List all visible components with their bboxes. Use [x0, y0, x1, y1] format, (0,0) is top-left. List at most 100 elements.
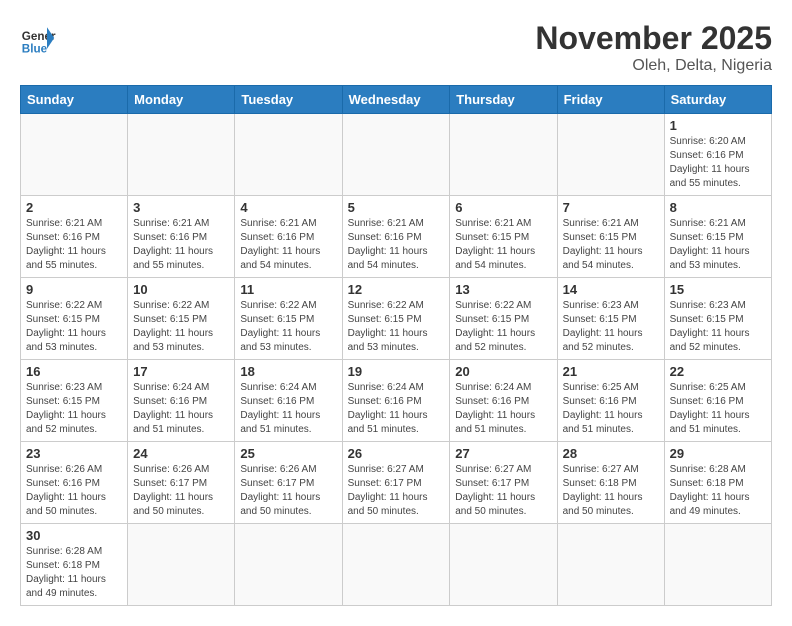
calendar-cell: 20 Sunrise: 6:24 AM Sunset: 6:16 PM Dayli…	[450, 360, 557, 442]
svg-text:Blue: Blue	[22, 42, 48, 55]
cell-info: Sunrise: 6:23 AM Sunset: 6:15 PM Dayligh…	[26, 381, 122, 437]
cell-info: Sunrise: 6:23 AM Sunset: 6:15 PM Dayligh…	[563, 299, 659, 355]
calendar-cell: 12Sunrise: 6:22 AM Sunset: 6:15 PM Dayli…	[342, 278, 450, 360]
calendar-cell: 29 Sunrise: 6:28 AM Sunset: 6:18 PM Dayli…	[664, 442, 771, 524]
calendar-cell	[235, 524, 342, 606]
calendar-week-row: 1Sunrise: 6:20 AM Sunset: 6:16 PM Daylig…	[21, 114, 772, 196]
weekday-header-monday: Monday	[128, 86, 235, 114]
calendar-cell: 11 Sunrise: 6:22 AM Sunset: 6:15 PM Dayli…	[235, 278, 342, 360]
cell-info: Sunrise: 6:21 AM Sunset: 6:16 PM Dayligh…	[133, 217, 229, 273]
cell-info: Sunrise: 6:21 AM Sunset: 6:16 PM Dayligh…	[348, 217, 445, 273]
cell-info: Sunrise: 6:21 AM Sunset: 6:16 PM Dayligh…	[240, 217, 336, 273]
calendar-cell: 10Sunrise: 6:22 AM Sunset: 6:15 PM Dayli…	[128, 278, 235, 360]
calendar-cell	[450, 114, 557, 196]
day-number: 26	[348, 446, 445, 461]
day-number: 22	[670, 364, 766, 379]
day-number: 30	[26, 528, 122, 543]
calendar-week-row: 30 Sunrise: 6:28 AM Sunset: 6:18 PM Dayli…	[21, 524, 772, 606]
calendar-cell	[128, 114, 235, 196]
day-number: 6	[455, 200, 551, 215]
calendar-cell: 14 Sunrise: 6:23 AM Sunset: 6:15 PM Dayli…	[557, 278, 664, 360]
cell-info: Sunrise: 6:21 AM Sunset: 6:15 PM Dayligh…	[455, 217, 551, 273]
calendar-cell: 8 Sunrise: 6:21 AM Sunset: 6:15 PM Daylig…	[664, 196, 771, 278]
calendar-cell: 17 Sunrise: 6:24 AM Sunset: 6:16 PM Dayli…	[128, 360, 235, 442]
location: Oleh, Delta, Nigeria	[535, 57, 772, 75]
cell-info: Sunrise: 6:26 AM Sunset: 6:17 PM Dayligh…	[133, 463, 229, 519]
day-number: 27	[455, 446, 551, 461]
day-number: 19	[348, 364, 445, 379]
weekday-header-sunday: Sunday	[21, 86, 128, 114]
cell-info: Sunrise: 6:21 AM Sunset: 6:15 PM Dayligh…	[563, 217, 659, 273]
calendar-cell	[235, 114, 342, 196]
calendar-cell: 7 Sunrise: 6:21 AM Sunset: 6:15 PM Daylig…	[557, 196, 664, 278]
day-number: 8	[670, 200, 766, 215]
day-number: 3	[133, 200, 229, 215]
calendar-cell: 2 Sunrise: 6:21 AM Sunset: 6:16 PM Daylig…	[21, 196, 128, 278]
calendar-week-row: 23 Sunrise: 6:26 AM Sunset: 6:16 PM Dayli…	[21, 442, 772, 524]
calendar-week-row: 2 Sunrise: 6:21 AM Sunset: 6:16 PM Daylig…	[21, 196, 772, 278]
cell-info: Sunrise: 6:24 AM Sunset: 6:16 PM Dayligh…	[240, 381, 336, 437]
day-number: 24	[133, 446, 229, 461]
cell-info: Sunrise: 6:24 AM Sunset: 6:16 PM Dayligh…	[133, 381, 229, 437]
calendar-cell	[450, 524, 557, 606]
cell-info: Sunrise: 6:21 AM Sunset: 6:16 PM Dayligh…	[26, 217, 122, 273]
day-number: 2	[26, 200, 122, 215]
calendar-cell: 28Sunrise: 6:27 AM Sunset: 6:18 PM Dayli…	[557, 442, 664, 524]
day-number: 29	[670, 446, 766, 461]
day-number: 18	[240, 364, 336, 379]
calendar-cell	[557, 524, 664, 606]
day-number: 4	[240, 200, 336, 215]
calendar-table: SundayMondayTuesdayWednesdayThursdayFrid…	[20, 85, 772, 606]
cell-info: Sunrise: 6:22 AM Sunset: 6:15 PM Dayligh…	[455, 299, 551, 355]
day-number: 7	[563, 200, 659, 215]
day-number: 10	[133, 282, 229, 297]
day-number: 23	[26, 446, 122, 461]
cell-info: Sunrise: 6:23 AM Sunset: 6:15 PM Dayligh…	[670, 299, 766, 355]
day-number: 17	[133, 364, 229, 379]
cell-info: Sunrise: 6:26 AM Sunset: 6:16 PM Dayligh…	[26, 463, 122, 519]
cell-info: Sunrise: 6:28 AM Sunset: 6:18 PM Dayligh…	[670, 463, 766, 519]
calendar-cell: 3 Sunrise: 6:21 AM Sunset: 6:16 PM Daylig…	[128, 196, 235, 278]
day-number: 14	[563, 282, 659, 297]
calendar-cell	[21, 114, 128, 196]
calendar-cell: 13Sunrise: 6:22 AM Sunset: 6:15 PM Dayli…	[450, 278, 557, 360]
cell-info: Sunrise: 6:27 AM Sunset: 6:17 PM Dayligh…	[455, 463, 551, 519]
calendar-cell: 5 Sunrise: 6:21 AM Sunset: 6:16 PM Daylig…	[342, 196, 450, 278]
logo: General Blue	[20, 20, 56, 56]
calendar-cell: 23 Sunrise: 6:26 AM Sunset: 6:16 PM Dayli…	[21, 442, 128, 524]
calendar-cell	[557, 114, 664, 196]
calendar-cell: 30 Sunrise: 6:28 AM Sunset: 6:18 PM Dayli…	[21, 524, 128, 606]
weekday-header-thursday: Thursday	[450, 86, 557, 114]
day-number: 9	[26, 282, 122, 297]
day-number: 5	[348, 200, 445, 215]
day-number: 12	[348, 282, 445, 297]
cell-info: Sunrise: 6:26 AM Sunset: 6:17 PM Dayligh…	[240, 463, 336, 519]
calendar-cell: 9Sunrise: 6:22 AM Sunset: 6:15 PM Daylig…	[21, 278, 128, 360]
weekday-header-saturday: Saturday	[664, 86, 771, 114]
weekday-header-friday: Friday	[557, 86, 664, 114]
cell-info: Sunrise: 6:28 AM Sunset: 6:18 PM Dayligh…	[26, 545, 122, 601]
day-number: 20	[455, 364, 551, 379]
calendar-cell: 24 Sunrise: 6:26 AM Sunset: 6:17 PM Dayli…	[128, 442, 235, 524]
calendar-week-row: 16 Sunrise: 6:23 AM Sunset: 6:15 PM Dayli…	[21, 360, 772, 442]
calendar-cell: 1Sunrise: 6:20 AM Sunset: 6:16 PM Daylig…	[664, 114, 771, 196]
calendar-cell	[664, 524, 771, 606]
calendar-cell: 22 Sunrise: 6:25 AM Sunset: 6:16 PM Dayli…	[664, 360, 771, 442]
day-number: 21	[563, 364, 659, 379]
cell-info: Sunrise: 6:21 AM Sunset: 6:15 PM Dayligh…	[670, 217, 766, 273]
calendar-cell	[342, 524, 450, 606]
page-header: General Blue November 2025 Oleh, Delta, …	[20, 20, 772, 75]
cell-info: Sunrise: 6:24 AM Sunset: 6:16 PM Dayligh…	[455, 381, 551, 437]
cell-info: Sunrise: 6:22 AM Sunset: 6:15 PM Dayligh…	[240, 299, 336, 355]
calendar-cell: 6 Sunrise: 6:21 AM Sunset: 6:15 PM Daylig…	[450, 196, 557, 278]
cell-info: Sunrise: 6:24 AM Sunset: 6:16 PM Dayligh…	[348, 381, 445, 437]
calendar-cell: 4 Sunrise: 6:21 AM Sunset: 6:16 PM Daylig…	[235, 196, 342, 278]
day-number: 16	[26, 364, 122, 379]
day-number: 11	[240, 282, 336, 297]
weekday-header-row: SundayMondayTuesdayWednesdayThursdayFrid…	[21, 86, 772, 114]
calendar-cell	[128, 524, 235, 606]
title-block: November 2025 Oleh, Delta, Nigeria	[535, 20, 772, 75]
weekday-header-wednesday: Wednesday	[342, 86, 450, 114]
cell-info: Sunrise: 6:27 AM Sunset: 6:18 PM Dayligh…	[563, 463, 659, 519]
cell-info: Sunrise: 6:25 AM Sunset: 6:16 PM Dayligh…	[670, 381, 766, 437]
